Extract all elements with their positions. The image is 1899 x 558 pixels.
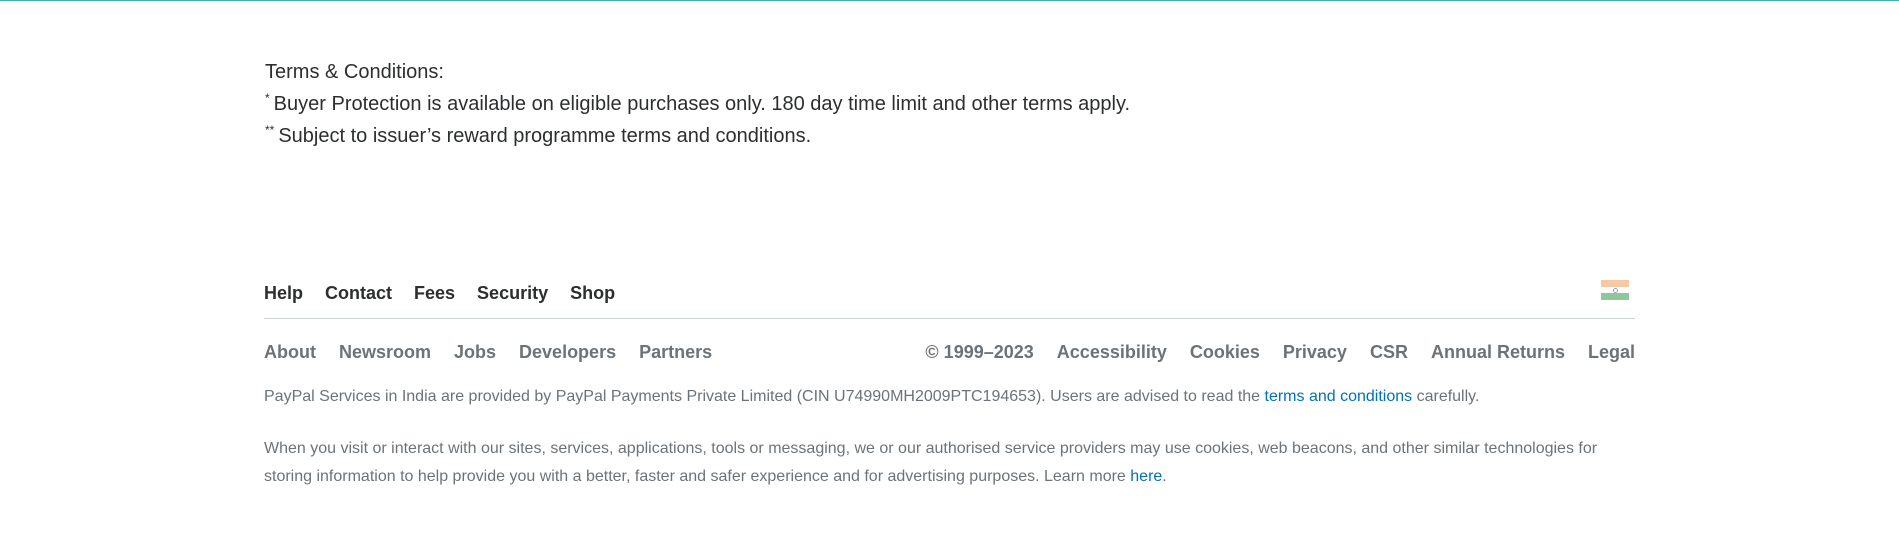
top-accent-line bbox=[0, 0, 1899, 1]
cookie-notice-text: When you visit or interact with our site… bbox=[264, 440, 1598, 485]
footer-link-contact[interactable]: Contact bbox=[325, 283, 392, 304]
footer-link-security[interactable]: Security bbox=[477, 283, 548, 304]
provider-notice-text: PayPal Services in India are provided by… bbox=[264, 388, 1265, 405]
footer-link-annual-returns[interactable]: Annual Returns bbox=[1431, 342, 1565, 363]
flag-saffron-stripe bbox=[1601, 280, 1629, 287]
terms-section: Terms & Conditions: * Buyer Protection is… bbox=[265, 56, 1130, 152]
india-flag-icon[interactable] bbox=[1601, 280, 1629, 301]
flag-white-stripe bbox=[1601, 286, 1629, 294]
provider-notice-end: carefully. bbox=[1412, 388, 1480, 405]
footer-link-shop[interactable]: Shop bbox=[570, 283, 615, 304]
footer-link-jobs[interactable]: Jobs bbox=[454, 342, 496, 363]
footer-link-accessibility[interactable]: Accessibility bbox=[1057, 342, 1167, 363]
footer-link-privacy[interactable]: Privacy bbox=[1283, 342, 1347, 363]
footer-secondary-nav: About Newsroom Jobs Developers Partners bbox=[264, 342, 712, 363]
terms-item: * Buyer Protection is available on eligib… bbox=[265, 88, 1130, 120]
footer-divider bbox=[264, 318, 1635, 319]
provider-notice: PayPal Services in India are provided by… bbox=[264, 383, 1635, 411]
terms-item-text: Subject to issuer’s reward programme ter… bbox=[278, 125, 812, 147]
terms-marker: ** bbox=[265, 123, 275, 138]
footer-link-newsroom[interactable]: Newsroom bbox=[339, 342, 431, 363]
footer-link-about[interactable]: About bbox=[264, 342, 316, 363]
copyright-text: © 1999–2023 bbox=[925, 342, 1034, 362]
footer-link-partners[interactable]: Partners bbox=[639, 342, 712, 363]
terms-and-conditions-link[interactable]: terms and conditions bbox=[1265, 388, 1413, 405]
flag-chakra-icon bbox=[1612, 287, 1618, 293]
footer-link-fees[interactable]: Fees bbox=[414, 283, 455, 304]
footer-link-developers[interactable]: Developers bbox=[519, 342, 616, 363]
footer-link-cookies[interactable]: Cookies bbox=[1190, 342, 1260, 363]
terms-heading: Terms & Conditions: bbox=[265, 61, 444, 83]
terms-item-text: Buyer Protection is available on eligibl… bbox=[273, 93, 1131, 115]
flag-green-stripe bbox=[1601, 293, 1629, 301]
footer-link-help[interactable]: Help bbox=[264, 283, 303, 304]
cookie-notice-end: . bbox=[1162, 468, 1167, 485]
terms-item: ** Subject to issuer’s reward programme t… bbox=[265, 120, 1130, 152]
cookie-notice: When you visit or interact with our site… bbox=[264, 435, 1635, 491]
learn-more-here-link[interactable]: here bbox=[1130, 468, 1162, 485]
footer-primary-nav: Help Contact Fees Security Shop bbox=[264, 283, 615, 304]
footer-link-legal[interactable]: Legal bbox=[1588, 342, 1635, 363]
footer-legal-nav: © 1999–2023 Accessibility Cookies Privac… bbox=[925, 342, 1635, 363]
terms-marker: * bbox=[265, 91, 270, 106]
footer-link-csr[interactable]: CSR bbox=[1370, 342, 1408, 363]
